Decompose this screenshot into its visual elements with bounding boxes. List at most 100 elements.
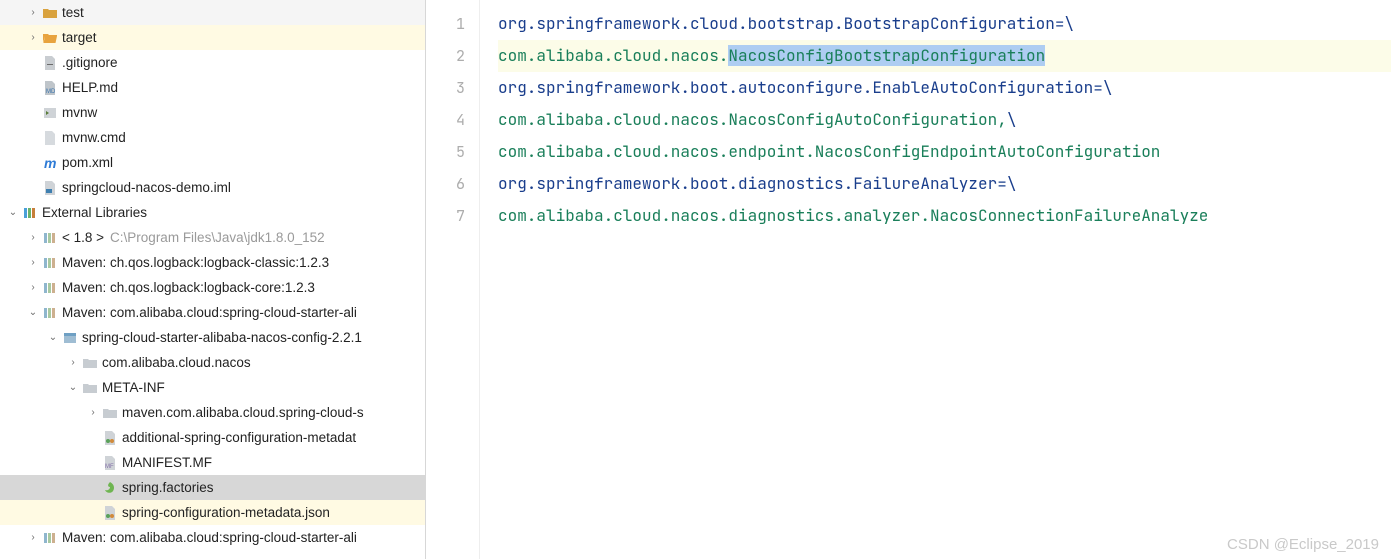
code-token: org.springframework.boot.autoconfigure.E… — [498, 77, 1093, 98]
chevron-right-icon[interactable]: › — [86, 400, 100, 425]
chevron-down-icon[interactable]: ⌄ — [46, 325, 60, 350]
chevron-down-icon[interactable]: ⌄ — [26, 300, 40, 325]
code-token: \ — [1007, 109, 1017, 130]
chevron-right-icon[interactable]: › — [26, 0, 40, 25]
lib-icon — [42, 305, 58, 321]
tree-label: HELP.md — [62, 75, 118, 100]
tree-label: Maven: com.alibaba.cloud:spring-cloud-st… — [62, 300, 357, 325]
code-line[interactable]: com.alibaba.cloud.nacos.NacosConfigAutoC… — [498, 104, 1391, 136]
code-line[interactable]: com.alibaba.cloud.nacos.endpoint.NacosCo… — [498, 136, 1391, 168]
pkg-icon — [102, 405, 118, 421]
tree-row[interactable]: ⌄ META-INF — [0, 375, 425, 400]
svg-text:m: m — [44, 155, 56, 171]
tree-row[interactable]: ·mvnw.cmd — [0, 125, 425, 150]
tree-row[interactable]: › Maven: ch.qos.logback:logback-classic:1… — [0, 250, 425, 275]
code-token: \ — [1103, 77, 1113, 98]
tree-label: maven.com.alibaba.cloud.spring-cloud-s — [122, 400, 364, 425]
tree-row[interactable]: ·springcloud-nacos-demo.iml — [0, 175, 425, 200]
lib-icon — [42, 280, 58, 296]
json-icon — [102, 505, 118, 521]
pkg-icon — [82, 355, 98, 371]
project-tool-window: ›test›target·.gitignore·MDHELP.md·mvnw·m… — [0, 0, 426, 559]
folder-open-icon — [42, 30, 58, 46]
tree-label: mvnw.cmd — [62, 125, 126, 150]
code-token: com.alibaba.cloud.nacos.NacosConfigAutoC… — [498, 109, 1007, 130]
lib-icon — [42, 530, 58, 546]
txt-icon — [42, 130, 58, 146]
tree-row[interactable]: › maven.com.alibaba.cloud.spring-cloud-s — [0, 400, 425, 425]
tree-label: test — [62, 0, 84, 25]
code-token: com.alibaba.cloud.nacos. — [498, 45, 728, 66]
chevron-right-icon[interactable]: › — [26, 225, 40, 250]
lib-icon — [42, 255, 58, 271]
tree-label: target — [62, 25, 97, 50]
svg-text:MD: MD — [46, 89, 56, 95]
tree-label: Maven: ch.qos.logback:logback-classic:1.… — [62, 250, 329, 275]
tree-label: pom.xml — [62, 150, 113, 175]
md-icon: MD — [42, 80, 58, 96]
folder-icon — [42, 5, 58, 21]
code-token: = — [997, 173, 1007, 194]
tree-row[interactable]: ›Maven: com.alibaba.cloud:spring-cloud-s… — [0, 525, 425, 550]
tree-row[interactable]: › test — [0, 0, 425, 25]
lib-root-icon — [22, 205, 38, 221]
mf-icon: MF — [102, 455, 118, 471]
tree-label: META-INF — [102, 375, 165, 400]
gitignore-icon — [42, 55, 58, 71]
chevron-down-icon[interactable]: ⌄ — [66, 375, 80, 400]
tree-label: additional-spring-configuration-metadat — [122, 425, 356, 450]
tree-row[interactable]: ·mpom.xml — [0, 150, 425, 175]
tree-label: External Libraries — [42, 200, 147, 225]
sh-icon — [42, 105, 58, 121]
tree-row[interactable]: ·MDHELP.md — [0, 75, 425, 100]
code-line[interactable]: org.springframework.boot.autoconfigure.E… — [498, 72, 1391, 104]
code-token: \ — [1007, 173, 1017, 194]
leaf-icon — [102, 480, 118, 496]
editor-gutter: 1234567 — [426, 0, 480, 559]
code-line[interactable]: com.alibaba.cloud.nacos.diagnostics.anal… — [498, 200, 1391, 232]
line-number: 1 — [426, 8, 465, 40]
code-line[interactable]: com.alibaba.cloud.nacos.NacosConfigBoots… — [498, 40, 1391, 72]
code-token: \ — [1064, 13, 1074, 34]
tree-label: spring-cloud-starter-alibaba-nacos-confi… — [82, 325, 362, 350]
tree-row[interactable]: ›Maven: ch.qos.logback:logback-core:1.2.… — [0, 275, 425, 300]
chevron-right-icon[interactable]: › — [66, 350, 80, 375]
tree-suffix: C:\Program Files\Java\jdk1.8.0_152 — [110, 225, 325, 250]
line-number: 7 — [426, 200, 465, 232]
line-number: 4 — [426, 104, 465, 136]
code-editor[interactable]: 1234567 org.springframework.cloud.bootst… — [426, 0, 1391, 559]
tree-row[interactable]: ⌄ spring-cloud-starter-alibaba-nacos-conf… — [0, 325, 425, 350]
chevron-right-icon[interactable]: › — [26, 25, 40, 50]
tree-row[interactable]: ⌄ Maven: com.alibaba.cloud:spring-cloud-s… — [0, 300, 425, 325]
chevron-right-icon[interactable]: › — [26, 275, 40, 300]
code-token: com.alibaba.cloud.nacos.endpoint.NacosCo… — [498, 141, 1160, 162]
tree-row[interactable]: › target — [0, 25, 425, 50]
chevron-down-icon[interactable]: ⌄ — [6, 200, 20, 225]
line-number: 6 — [426, 168, 465, 200]
tree-row[interactable]: ⌄ External Libraries — [0, 200, 425, 225]
code-token: org.springframework.boot.diagnostics.Fai… — [498, 173, 997, 194]
code-line[interactable]: org.springframework.boot.diagnostics.Fai… — [498, 168, 1391, 200]
chevron-right-icon[interactable]: › — [26, 525, 40, 550]
tree-row[interactable]: ·additional-spring-configuration-metadat — [0, 425, 425, 450]
editor-content[interactable]: org.springframework.cloud.bootstrap.Boot… — [480, 0, 1391, 559]
tree-label: com.alibaba.cloud.nacos — [102, 350, 251, 375]
tree-row[interactable]: ·.gitignore — [0, 50, 425, 75]
tree-label: MANIFEST.MF — [122, 450, 212, 475]
tree-row[interactable]: ·spring-configuration-metadata.json — [0, 500, 425, 525]
tree-label: mvnw — [62, 100, 97, 125]
tree-row[interactable]: ›< 1.8 >C:\Program Files\Java\jdk1.8.0_1… — [0, 225, 425, 250]
code-token: org.springframework.cloud.bootstrap.Boot… — [498, 13, 1055, 34]
tree-row[interactable]: ·spring.factories — [0, 475, 425, 500]
chevron-right-icon[interactable]: › — [26, 250, 40, 275]
code-line[interactable]: org.springframework.cloud.bootstrap.Boot… — [498, 8, 1391, 40]
tree-row[interactable]: › com.alibaba.cloud.nacos — [0, 350, 425, 375]
code-token: = — [1093, 77, 1103, 98]
project-tree[interactable]: ›test›target·.gitignore·MDHELP.md·mvnw·m… — [0, 0, 425, 550]
code-token: = — [1055, 13, 1065, 34]
line-number: 3 — [426, 72, 465, 104]
json-icon — [102, 430, 118, 446]
tree-row[interactable]: ·mvnw — [0, 100, 425, 125]
tree-row[interactable]: ·MFMANIFEST.MF — [0, 450, 425, 475]
line-number: 5 — [426, 136, 465, 168]
